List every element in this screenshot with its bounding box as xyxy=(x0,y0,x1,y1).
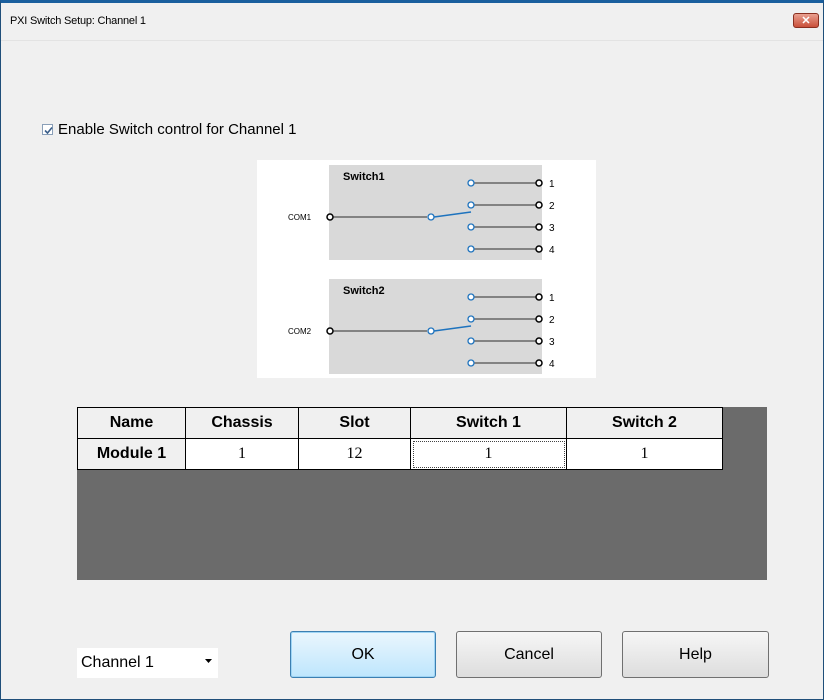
cancel-button[interactable]: Cancel xyxy=(456,631,602,678)
column-header-name[interactable]: Name xyxy=(77,407,186,439)
table-row: Module 1 1 12 1 1 xyxy=(77,438,723,470)
help-button-label: Help xyxy=(679,645,712,663)
common-label: COM2 xyxy=(288,327,312,336)
dropdown-arrow-icon xyxy=(205,659,212,663)
common-label: COM1 xyxy=(288,213,312,222)
output-terminal xyxy=(535,359,543,367)
title-bar: PXI Switch Setup: Channel 1 ✕ xyxy=(1,3,823,40)
enable-switch-control-checkbox[interactable]: Enable Switch control for Channel 1 xyxy=(42,121,296,138)
output-terminal xyxy=(535,201,543,209)
column-header-switch-1[interactable]: Switch 1 xyxy=(410,407,567,439)
output-terminal xyxy=(535,179,543,187)
window-title: PXI Switch Setup: Channel 1 xyxy=(10,15,146,27)
switch-title: Switch1 xyxy=(343,171,385,183)
output-label: 2 xyxy=(549,201,555,212)
module-grid: Name Chassis Slot Switch 1 Switch 2 Modu… xyxy=(77,407,767,580)
pivot-contact xyxy=(427,327,435,335)
common-terminal xyxy=(326,213,334,221)
output-label: 1 xyxy=(549,179,555,190)
output-terminal xyxy=(535,315,543,323)
output-contact xyxy=(467,315,475,323)
switch-diagram-svg: Switch1 COM1 1 2 3 4 Switch2 COM2 1 2 3 4 xyxy=(288,165,555,374)
output-contact xyxy=(467,359,475,367)
output-contact xyxy=(467,337,475,345)
enable-switch-label: Enable Switch control for Channel 1 xyxy=(58,121,297,138)
channel-select[interactable]: Channel 1 xyxy=(77,648,218,678)
cancel-button-label: Cancel xyxy=(504,645,554,663)
switch-diagram: Switch1 COM1 1 2 3 4 Switch2 COM2 1 2 3 4 xyxy=(257,160,596,378)
module-table: Name Chassis Slot Switch 1 Switch 2 Modu… xyxy=(77,407,723,470)
help-button[interactable]: Help xyxy=(622,631,769,678)
column-header-slot[interactable]: Slot xyxy=(298,407,411,439)
output-terminal xyxy=(535,245,543,253)
output-label: 3 xyxy=(549,337,555,348)
switch-title: Switch2 xyxy=(343,285,385,297)
output-contact xyxy=(467,201,475,209)
output-contact xyxy=(467,223,475,231)
output-contact xyxy=(467,293,475,301)
output-contact xyxy=(467,179,475,187)
ok-button[interactable]: OK xyxy=(290,631,436,678)
output-label: 1 xyxy=(549,293,555,304)
output-label: 4 xyxy=(549,359,555,370)
common-terminal xyxy=(326,327,334,335)
checkmark-icon xyxy=(44,126,53,135)
channel-select-value: Channel 1 xyxy=(81,654,154,671)
column-header-switch-2[interactable]: Switch 2 xyxy=(566,407,723,439)
output-terminal xyxy=(535,293,543,301)
cell-slot[interactable]: 12 xyxy=(298,438,411,470)
pivot-contact xyxy=(427,213,435,221)
output-label: 2 xyxy=(549,315,555,326)
row-header-module[interactable]: Module 1 xyxy=(77,438,186,470)
cell-switch-1[interactable]: 1 xyxy=(410,438,567,470)
column-header-chassis[interactable]: Chassis xyxy=(185,407,299,439)
close-button[interactable]: ✕ xyxy=(793,13,819,28)
checkbox-box[interactable] xyxy=(42,124,53,135)
output-contact xyxy=(467,245,475,253)
switch-setup-dialog: PXI Switch Setup: Channel 1 ✕ Enable Swi… xyxy=(0,0,824,700)
close-icon: ✕ xyxy=(801,15,811,27)
table-header-row: Name Chassis Slot Switch 1 Switch 2 xyxy=(77,407,723,439)
output-label: 4 xyxy=(549,245,555,256)
cell-chassis[interactable]: 1 xyxy=(185,438,299,470)
output-terminal xyxy=(535,223,543,231)
cell-switch-2[interactable]: 1 xyxy=(566,438,723,470)
title-divider xyxy=(1,40,823,41)
output-label: 3 xyxy=(549,223,555,234)
output-terminal xyxy=(535,337,543,345)
ok-button-label: OK xyxy=(351,645,375,663)
